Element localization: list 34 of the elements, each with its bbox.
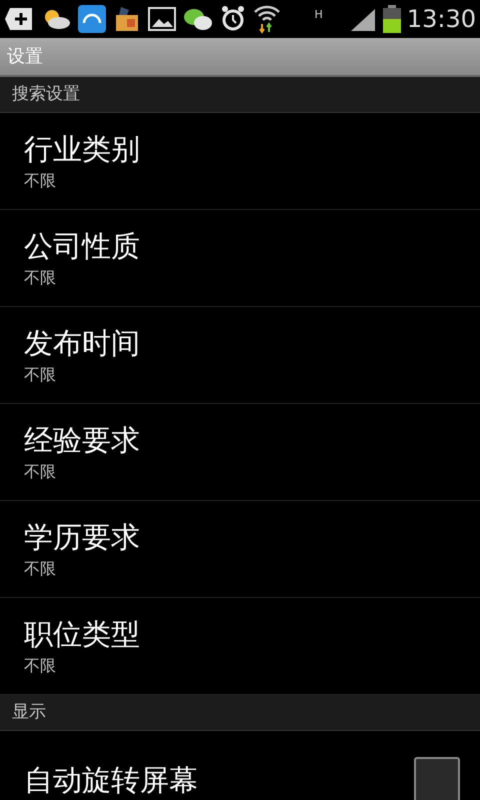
item-summary: 不限 <box>24 366 57 384</box>
clock: 13:30 <box>406 4 476 35</box>
box-icon <box>113 5 141 33</box>
settings-item[interactable]: 经验要求 不限 <box>0 404 480 501</box>
item-title: 学历要求 <box>24 520 141 554</box>
alarm-icon <box>220 5 246 33</box>
item-summary: 不限 <box>24 463 57 481</box>
image-icon <box>148 7 176 31</box>
item-summary: 不限 <box>24 560 57 578</box>
window-title: 设置 <box>7 45 43 69</box>
item-title: 经验要求 <box>24 423 141 457</box>
item-summary: 不限 <box>24 269 57 287</box>
wifi-icon <box>253 4 281 34</box>
settings-item[interactable]: 自动旋转屏幕 <box>0 731 480 800</box>
network-type: H <box>314 7 323 23</box>
signal-icon <box>348 7 377 31</box>
item-title: 发布时间 <box>24 326 141 360</box>
item-title: 行业类别 <box>24 132 141 166</box>
item-title: 公司性质 <box>24 229 141 263</box>
chat-icon <box>183 6 213 32</box>
add-icon <box>4 6 34 32</box>
settings-item[interactable]: 发布时间 不限 <box>0 307 480 404</box>
settings-item[interactable]: 行业类别 不限 <box>0 113 480 210</box>
section-title: 搜索设置 <box>12 82 80 106</box>
checkbox[interactable] <box>414 756 460 800</box>
app-icon <box>78 5 106 33</box>
item-summary: 不限 <box>24 657 57 675</box>
item-title: 自动旋转屏幕 <box>24 762 198 796</box>
item-summary: 不限 <box>24 172 57 190</box>
settings-item[interactable]: 学历要求 不限 <box>0 501 480 598</box>
section-title: 显示 <box>12 700 46 724</box>
battery-icon <box>382 5 401 33</box>
settings-item[interactable]: 公司性质 不限 <box>0 210 480 307</box>
item-title: 职位类型 <box>24 617 141 651</box>
